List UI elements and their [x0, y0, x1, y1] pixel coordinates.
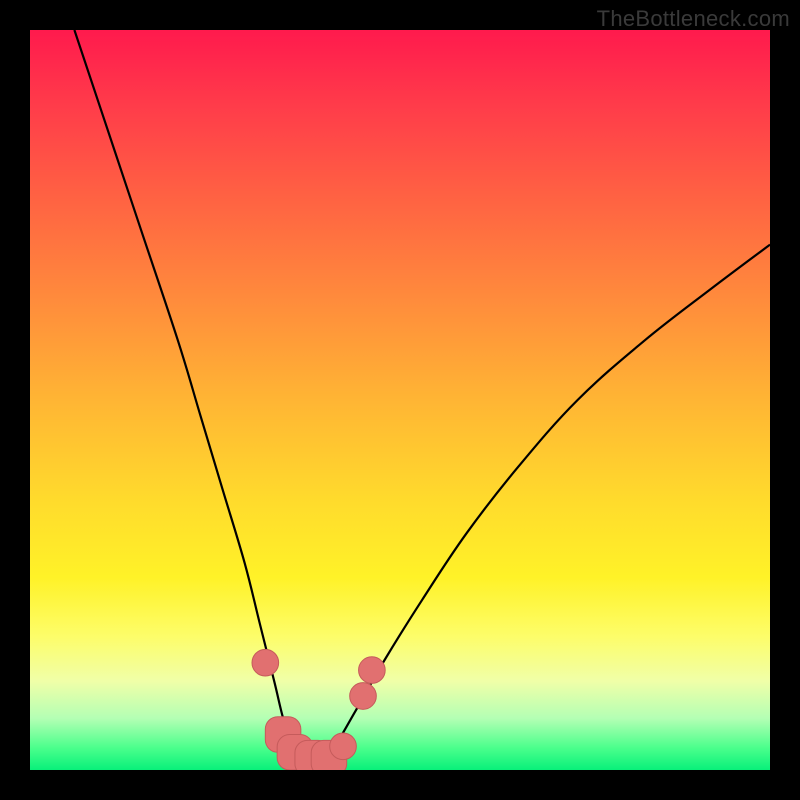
marker-5 — [330, 733, 357, 760]
chart-frame: TheBottleneck.com — [0, 0, 800, 800]
marker-7 — [359, 657, 386, 684]
watermark-text: TheBottleneck.com — [597, 6, 790, 32]
marker-group — [252, 649, 385, 770]
marker-6 — [350, 683, 377, 710]
marker-0 — [252, 649, 279, 676]
data-markers — [30, 30, 770, 770]
